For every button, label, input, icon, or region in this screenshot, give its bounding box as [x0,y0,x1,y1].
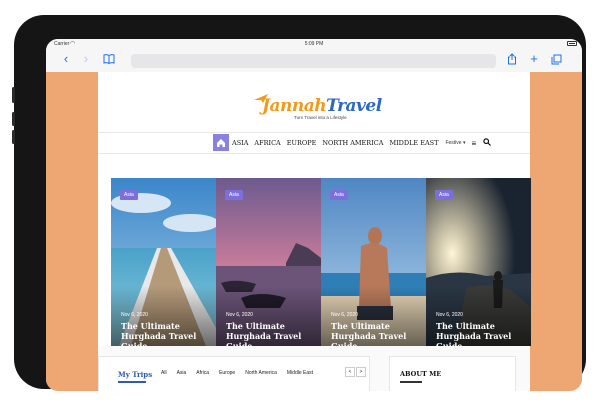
home-icon[interactable] [213,134,229,151]
back-icon[interactable]: ‹ [58,51,74,67]
new-tab-icon[interactable]: + [526,51,542,67]
slide-date: Nov 6, 2020 [436,312,463,318]
tagline: Turn Travel into a Lifestyle [294,115,347,120]
screen: Carrier ◠ 5:09 PM ‹ › + JannahTravel Tur… [46,39,582,391]
tab-north-america[interactable]: North America [245,370,277,376]
site-logo[interactable]: JannahTravel Turn Travel into a Lifestyl… [254,94,382,122]
category-badge[interactable]: Asia [435,190,453,200]
side-button [12,87,15,103]
title-underline [118,381,146,383]
battery-icon [567,41,577,46]
about-me-widget: ABOUT ME [389,356,516,391]
slide-card[interactable]: Asia Nov 6, 2020 The Ultimate Hurghada T… [321,178,426,346]
search-icon[interactable] [483,138,492,148]
category-badge[interactable]: Asia [225,190,243,200]
slide-title[interactable]: The Ultimate Hurghada Travel Guide [226,321,311,346]
nav-more-label: Festive [445,140,462,146]
nav-items: ASIA AFRICA EUROPE NORTH AMERICA MIDDLE … [232,133,498,153]
tab-asia[interactable]: Asia [177,370,187,376]
ipad-frame: Carrier ◠ 5:09 PM ‹ › + JannahTravel Tur… [12,15,586,391]
content-area: My Trips All Asia Africa Europe North Am… [98,346,530,391]
tab-europe[interactable]: Europe [219,370,235,376]
trips-tabs: All Asia Africa Europe North America Mid… [161,370,323,376]
slide-card[interactable]: Asia Nov 6, 2020 The Ultimate Hurghada T… [216,178,321,346]
tab-all[interactable]: All [161,370,167,376]
next-button[interactable]: > [356,367,366,377]
left-background [46,72,98,391]
slide-title[interactable]: The Ultimate Hurghada Travel Guide [436,321,521,346]
category-badge[interactable]: Asia [330,190,348,200]
slide-title[interactable]: The Ultimate Hurghada Travel Guide [121,321,206,346]
volume-up-button [12,112,15,126]
logo-text: JannahTravel [262,96,382,116]
tab-africa[interactable]: Africa [196,370,209,376]
category-badge[interactable]: Asia [120,190,138,200]
logo-part1: Jannah [262,96,327,116]
nav-item-north-america[interactable]: NORTH AMERICA [322,139,383,147]
address-bar[interactable] [131,54,496,68]
slide-date: Nov 6, 2020 [121,312,148,318]
slide-title[interactable]: The Ultimate Hurghada Travel Guide [331,321,416,346]
clock: 5:09 PM [304,41,324,47]
chevron-down-icon: ▾ [462,140,466,146]
nav-item-africa[interactable]: AFRICA [254,139,280,147]
webpage: JannahTravel Turn Travel into a Lifestyl… [98,72,531,391]
prev-button[interactable]: < [345,367,355,377]
trips-pagination: < > [345,367,367,377]
nav-more[interactable]: Festive ▾ [445,140,465,146]
slide-card[interactable]: Asia Nov 6, 2020 The Ultimate Hurghada T… [426,178,531,346]
my-trips-widget: My Trips All Asia Africa Europe North Am… [98,356,370,391]
my-trips-title: My Trips [118,370,153,379]
nav-item-asia[interactable]: ASIA [232,139,248,147]
main-nav: ASIA AFRICA EUROPE NORTH AMERICA MIDDLE … [98,132,530,154]
logo-part2: Travel [326,96,382,116]
title-underline [400,381,422,383]
nav-item-middle-east[interactable]: MIDDLE EAST [389,139,438,147]
slide-date: Nov 6, 2020 [226,312,253,318]
browser-toolbar: ‹ › + [46,49,582,73]
status-bar: Carrier ◠ 5:09 PM [46,39,582,49]
nav-item-europe[interactable]: EUROPE [287,139,317,147]
slide-date: Nov 6, 2020 [331,312,358,318]
tabs-icon[interactable] [548,51,564,67]
right-background [530,72,582,391]
forward-icon[interactable]: › [78,51,94,67]
share-icon[interactable] [504,51,520,67]
tab-middle-east[interactable]: Middle East [287,370,313,376]
menu-icon[interactable]: ≡ [471,139,476,148]
slide-card[interactable]: Asia Nov 6, 2020 The Ultimate Hurghada T… [111,178,216,346]
volume-down-button [12,130,15,144]
featured-slider: Asia Nov 6, 2020 The Ultimate Hurghada T… [111,178,531,346]
about-me-title: ABOUT ME [400,370,442,378]
bookmarks-icon[interactable] [101,51,117,67]
